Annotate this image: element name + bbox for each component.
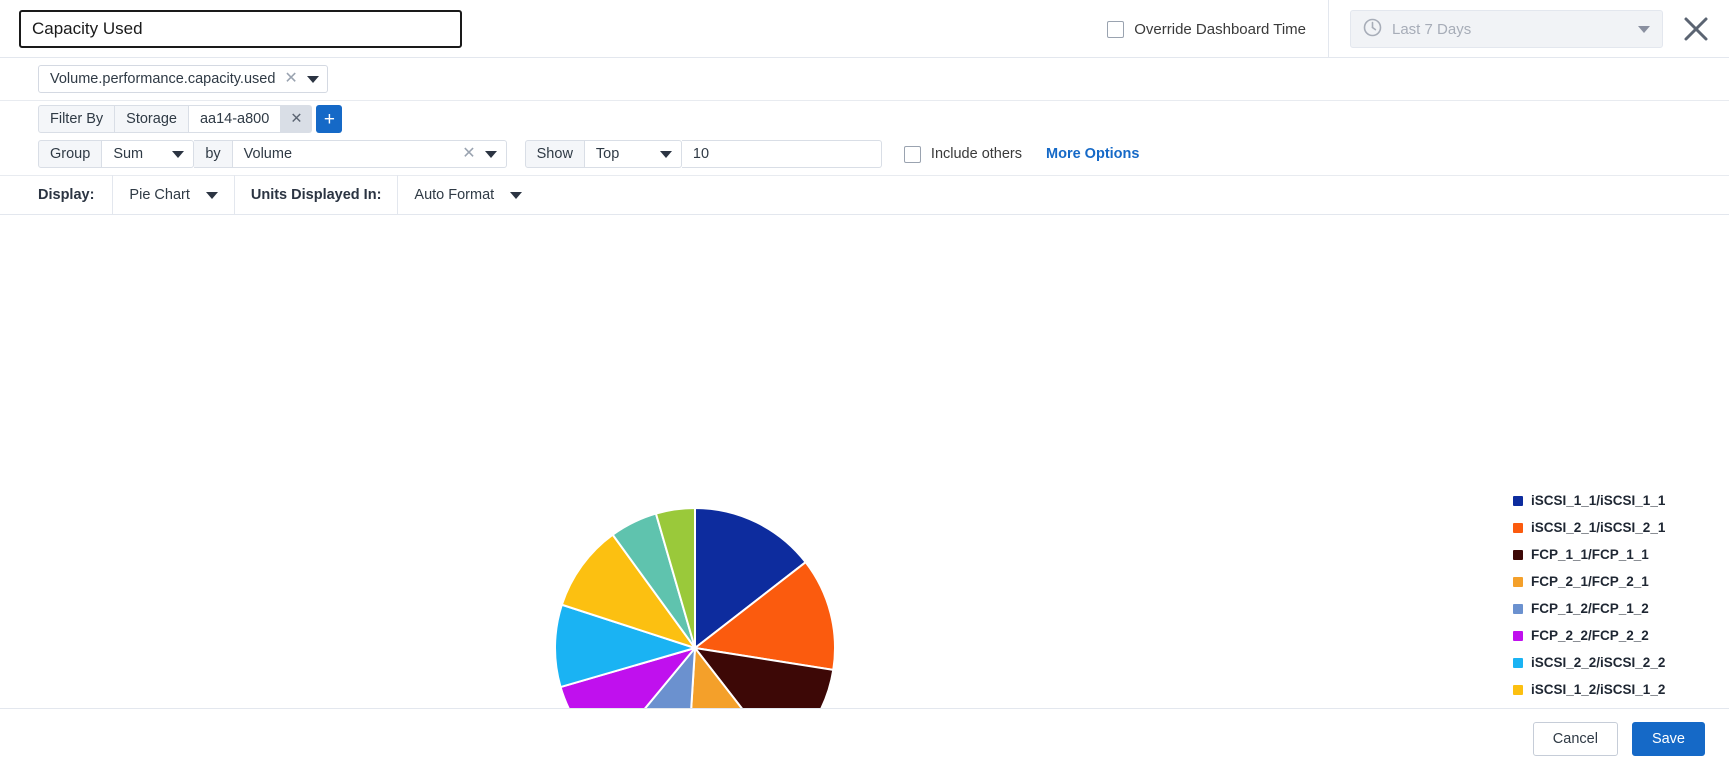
aggregation-dropdown[interactable]: Sum — [102, 140, 195, 168]
pie-chart-svg[interactable] — [553, 506, 837, 708]
metric-selector[interactable]: Volume.performance.capacity.used ✕ — [38, 65, 328, 93]
chevron-down-icon — [205, 191, 218, 199]
legend-item[interactable]: FCP_1_2/FCP_1_2 — [1513, 600, 1729, 617]
legend-swatch-icon — [1513, 658, 1523, 668]
legend-swatch-icon — [1513, 685, 1523, 695]
legend-item[interactable]: FCP_2_2/FCP_2_2 — [1513, 627, 1729, 644]
units-format-dropdown[interactable]: Auto Format — [414, 187, 523, 203]
query-panel: Volume.performance.capacity.used ✕ Filte… — [0, 58, 1729, 215]
metric-clear-icon[interactable]: ✕ — [284, 71, 297, 87]
legend-swatch-icon — [1513, 577, 1523, 587]
filter-value-field[interactable]: aa14-a800 — [188, 105, 282, 133]
legend-item-label: iSCSI_2_1/iSCSI_2_1 — [1531, 520, 1666, 535]
widget-title-input[interactable] — [19, 9, 462, 48]
group-by-clear-icon[interactable]: ✕ — [462, 146, 475, 162]
legend-item-label: iSCSI_2_2/iSCSI_2_2 — [1531, 655, 1666, 670]
filter-by-label: Filter By — [38, 105, 116, 133]
chevron-down-icon — [510, 191, 523, 199]
show-count-input[interactable] — [681, 140, 882, 168]
add-filter-button[interactable]: + — [316, 105, 343, 133]
override-dashboard-time-control[interactable]: Override Dashboard Time — [1107, 0, 1329, 58]
legend-item[interactable]: FCP_2_1/FCP_2_1 — [1513, 573, 1729, 590]
filter-attribute-selector[interactable]: Storage — [115, 105, 189, 133]
display-label: Display: — [38, 187, 95, 203]
clock-icon — [1363, 18, 1382, 40]
chevron-down-icon — [484, 150, 497, 158]
legend-item-label: FCP_1_2/FCP_1_2 — [1531, 601, 1649, 616]
widget-editor-dialog: Override Dashboard Time Last 7 Days — [0, 0, 1729, 768]
aggregation-value: Sum — [113, 146, 144, 162]
group-label: Group — [38, 140, 103, 168]
legend-item-label: FCP_1_1/FCP_1_1 — [1531, 547, 1649, 562]
legend-item-label: iSCSI_1_1/iSCSI_1_1 — [1531, 493, 1666, 508]
legend-item-label: FCP_2_2/FCP_2_2 — [1531, 628, 1649, 643]
legend-item-label: FCP_2_1/FCP_2_1 — [1531, 574, 1649, 589]
legend-item[interactable]: iSCSI_2_1/iSCSI_2_1 — [1513, 519, 1729, 536]
override-dashboard-time-checkbox[interactable] — [1107, 20, 1125, 38]
save-button[interactable]: Save — [1631, 721, 1705, 756]
show-mode-value: Top — [595, 146, 620, 162]
display-label-cell: Display: — [38, 175, 114, 215]
metric-value: Volume.performance.capacity.used — [50, 71, 276, 87]
legend-swatch-icon — [1513, 496, 1523, 506]
legend-swatch-icon — [1513, 631, 1523, 641]
cancel-button[interactable]: Cancel — [1532, 721, 1618, 756]
by-label: by — [194, 140, 233, 168]
units-displayed-label: Units Displayed In: — [250, 187, 382, 203]
legend-swatch-icon — [1513, 550, 1523, 560]
show-mode-dropdown[interactable]: Top — [584, 140, 682, 168]
dialog-header: Override Dashboard Time Last 7 Days — [0, 0, 1729, 58]
filter-clear-button[interactable]: ✕ — [281, 105, 313, 133]
chevron-down-icon — [1638, 25, 1650, 33]
time-range-value: Last 7 Days — [1392, 20, 1472, 38]
group-row: Group Sum by Volume ✕ Show Top Include o… — [0, 137, 1729, 175]
display-row: Display: Pie Chart Units Displayed In: A… — [0, 175, 1729, 215]
chart-type-cell[interactable]: Pie Chart — [113, 175, 235, 215]
legend-swatch-icon — [1513, 604, 1523, 614]
chart-type-value: Pie Chart — [129, 187, 190, 203]
close-button[interactable] — [1663, 0, 1729, 58]
pie-chart[interactable] — [553, 506, 837, 708]
units-format-value: Auto Format — [414, 187, 495, 203]
chevron-down-icon — [659, 150, 672, 158]
legend-item-label: iSCSI_1_2/iSCSI_1_2 — [1531, 682, 1666, 697]
legend-item[interactable]: iSCSI_1_2/iSCSI_1_2 — [1513, 681, 1729, 698]
chart-legend: iSCSI_1_1/iSCSI_1_1 iSCSI_2_1/iSCSI_2_1 FC… — [1513, 492, 1729, 708]
metric-row: Volume.performance.capacity.used ✕ — [0, 58, 1729, 101]
legend-item[interactable]: iSCSI_2_2/iSCSI_2_2 — [1513, 654, 1729, 671]
more-options-link[interactable]: More Options — [1046, 146, 1139, 162]
group-by-dropdown[interactable]: Volume ✕ — [232, 140, 507, 168]
legend-item[interactable]: iSCSI_1_1/iSCSI_1_1 — [1513, 492, 1729, 509]
legend-item[interactable]: FCP_1_1/FCP_1_1 — [1513, 546, 1729, 563]
time-range-picker[interactable]: Last 7 Days — [1350, 10, 1663, 48]
units-label-cell: Units Displayed In: — [235, 175, 399, 215]
include-others-checkbox[interactable] — [903, 145, 921, 163]
filter-row: Filter By Storage aa14-a800 ✕ + — [0, 101, 1729, 137]
include-others-control[interactable]: Include others — [903, 145, 1023, 163]
group-by-value: Volume — [243, 146, 293, 162]
dialog-footer: Cancel Save — [0, 708, 1729, 768]
chevron-down-icon[interactable] — [306, 75, 319, 83]
override-dashboard-time-label: Override Dashboard Time — [1134, 20, 1306, 38]
close-icon — [1684, 17, 1708, 41]
chart-type-dropdown[interactable]: Pie Chart — [129, 187, 218, 203]
include-others-label: Include others — [930, 146, 1023, 162]
chevron-down-icon — [172, 150, 185, 158]
header-right-controls: Override Dashboard Time Last 7 Days — [1107, 0, 1729, 58]
legend-swatch-icon — [1513, 523, 1523, 533]
show-label: Show — [524, 140, 585, 168]
units-format-cell[interactable]: Auto Format — [398, 175, 538, 215]
chart-area: iSCSI_1_1/iSCSI_1_1 iSCSI_2_1/iSCSI_2_1 FC… — [0, 215, 1729, 708]
